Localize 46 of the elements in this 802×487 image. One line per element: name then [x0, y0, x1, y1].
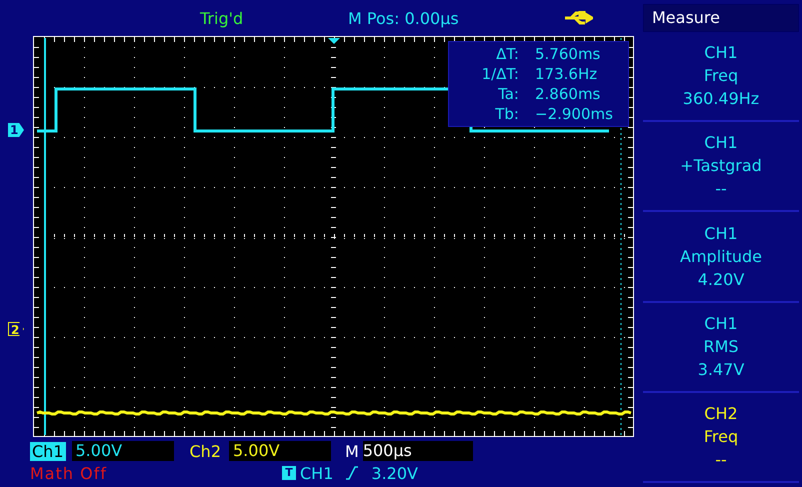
trigger-badge: T [282, 466, 296, 480]
channel-label[interactable]: Ch2 [188, 442, 223, 460]
trigger-source: CH1 [300, 464, 334, 482]
measurement-value: 360.49Hz [682, 89, 760, 110]
cursor-value: −2.900ms [535, 104, 614, 124]
measurement-name: +Tastgrad [680, 156, 762, 176]
measurement-channel: CH1 [704, 43, 738, 64]
measurement-channel: CH1 [704, 314, 738, 334]
measurement-item[interactable]: CH1 RMS 3.47V [643, 302, 799, 393]
trigger-level: 3.20V [371, 464, 418, 482]
timebase-value: 500µs [362, 441, 473, 461]
cursor-value: 5.760ms [535, 44, 602, 64]
channel-marker: 2 [8, 322, 24, 336]
measurement-channel: CH2 [704, 404, 738, 424]
math-status: Math Off [30, 464, 108, 482]
trigger-status: Trig'd [200, 8, 244, 28]
cursor-label: Tb: [494, 104, 519, 124]
channel-marker: 1 [8, 123, 24, 137]
measurement-name: RMS [703, 336, 739, 357]
measurement-name: Amplitude [680, 246, 762, 266]
horizontal-position: M Pos: 0.00µs [348, 8, 460, 28]
measurement-name: Freq [704, 66, 738, 86]
measurement-name: Freq [704, 426, 738, 447]
measure-title: Measure [643, 4, 799, 32]
measurement-item[interactable]: CH2 Freq -- [643, 392, 799, 484]
channel-label[interactable]: Ch1 [30, 442, 66, 460]
cursor-value: 173.6Hz [535, 64, 598, 84]
measurement-item[interactable]: CH1 Freq 360.49Hz [643, 32, 799, 122]
cursor-label: 1/ΔT: [480, 64, 519, 84]
cursor-value: 2.860ms [535, 84, 602, 104]
cursor-label: ΔT: [495, 44, 519, 64]
measurement-item[interactable]: CH1 Amplitude 4.20V [643, 212, 799, 303]
rising-edge-icon [345, 466, 360, 480]
measurement-value: 4.20V [698, 270, 744, 290]
usb-icon [563, 11, 593, 25]
measurement-item[interactable]: CH1 +Tastgrad -- [643, 122, 799, 212]
cursor-label: Ta: [497, 84, 519, 104]
channel-scale: 5.00V [72, 441, 174, 461]
measurement-value: 3.47V [698, 360, 744, 380]
measurement-channel: CH1 [704, 224, 738, 244]
measurement-value: -- [715, 450, 727, 470]
measurement-channel: CH1 [704, 133, 738, 154]
trigger-marker-icon [328, 38, 340, 44]
channel-scale: 5.00V [229, 441, 331, 461]
measurement-value: -- [715, 179, 727, 200]
timebase-label: M [345, 442, 359, 460]
